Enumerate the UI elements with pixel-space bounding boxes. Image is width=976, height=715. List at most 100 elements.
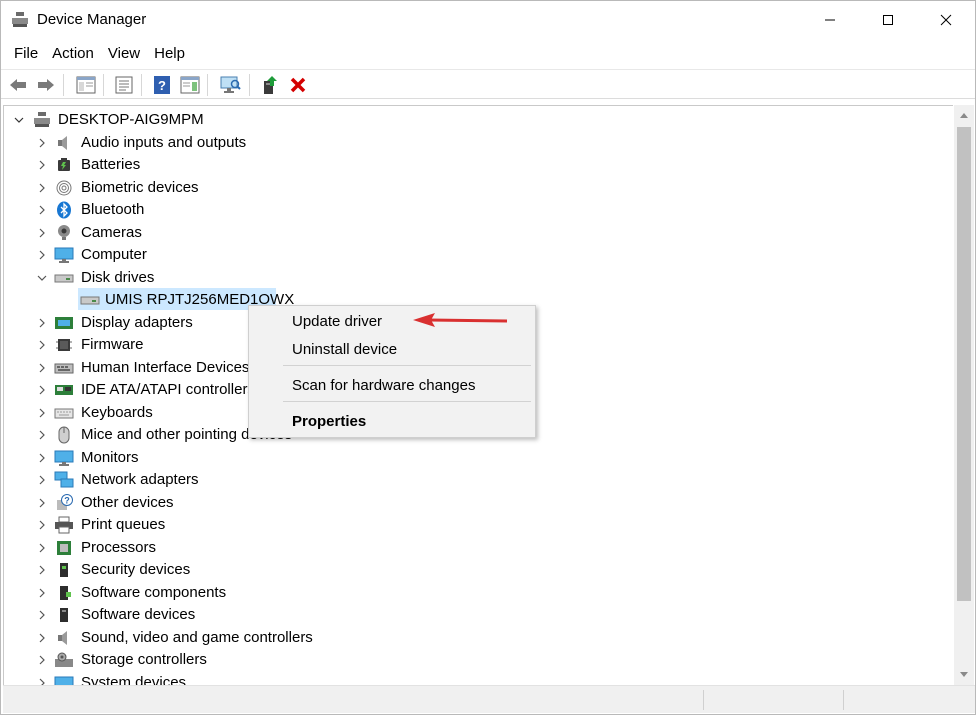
tree-category[interactable]: Processors [4,537,404,559]
menu-file[interactable]: File [7,43,45,65]
tree-category[interactable]: Cameras [4,222,404,244]
maximize-button[interactable] [859,1,917,39]
toolbar-separator [249,74,250,96]
category-label: System devices [81,673,187,686]
chevron-right-icon[interactable] [36,654,48,666]
uninstall-device-menu-item[interactable]: Uninstall device [249,337,535,363]
category-label: Disk drives [81,268,155,286]
console-tree-icon[interactable] [75,74,97,96]
category-label: Human Interface Devices [81,358,250,376]
tree-category[interactable]: System devices [4,672,404,686]
uninstall-icon[interactable] [287,74,309,96]
properties-icon[interactable] [113,74,135,96]
category-label: Batteries [81,156,141,173]
tree-category[interactable]: ? Other devices [4,492,404,514]
device-manager-icon [11,12,29,28]
chevron-right-icon[interactable] [36,429,48,441]
category-label: Software devices [81,606,196,623]
scan-hardware-menu-item[interactable]: Scan for hardware changes [249,373,535,399]
scan-hardware-icon[interactable] [219,74,241,96]
tree-category[interactable]: Batteries [4,154,404,176]
chevron-right-icon[interactable] [36,317,48,329]
status-divider [843,690,844,710]
tree-category[interactable]: Security devices [4,559,404,581]
toolbar-separator [141,74,142,96]
chevron-right-icon[interactable] [36,407,48,419]
close-button[interactable] [917,1,975,39]
category-label: Display adapters [81,313,193,331]
storage-controller-icon [54,650,74,670]
category-label: Firmware [81,336,144,353]
chevron-right-icon[interactable] [36,249,48,261]
tree-category[interactable]: Software devices [4,604,404,626]
chevron-down-icon[interactable] [36,272,48,284]
chevron-right-icon[interactable] [36,587,48,599]
minimize-button[interactable] [801,1,859,39]
tree-category[interactable]: Network adapters [4,469,404,491]
menu-bar: File Action View Help [1,43,192,65]
tree-category[interactable]: Audio inputs and outputs [4,132,404,154]
chevron-down-icon[interactable] [13,114,25,126]
tree-category[interactable]: Print queues [4,514,404,536]
menu-separator [283,365,531,366]
chevron-right-icon[interactable] [36,204,48,216]
properties-menu-item[interactable]: Properties [249,409,535,435]
category-label: Security devices [81,561,191,578]
tree-category[interactable]: Computer [4,244,404,266]
category-label: Cameras [81,223,142,241]
chevron-right-icon[interactable] [36,182,48,194]
help-icon[interactable]: ? [151,74,173,96]
network-icon [54,470,74,490]
tree-category[interactable]: Storage controllers [4,649,404,671]
root-label: DESKTOP-AIG9MPM [58,111,204,128]
unknown-device-icon: ? [54,493,74,513]
forward-icon[interactable] [35,74,57,96]
chevron-right-icon[interactable] [36,677,48,685]
speaker-icon [54,628,74,648]
bluetooth-icon [54,200,74,220]
chevron-right-icon[interactable] [36,519,48,531]
chevron-right-icon[interactable] [36,632,48,644]
status-bar [3,685,975,713]
back-icon[interactable] [7,74,29,96]
disk-drive-icon [80,290,100,310]
svg-text:?: ? [64,495,70,505]
chevron-right-icon[interactable] [36,384,48,396]
chevron-right-icon[interactable] [36,474,48,486]
mouse-icon [54,425,74,445]
tree-category[interactable]: Monitors [4,447,404,469]
chevron-right-icon[interactable] [36,564,48,576]
tree-category[interactable]: Disk drives [4,267,404,289]
selected-disk-drive[interactable]: UMIS RPJTJ256MED1OWX [78,288,294,310]
tree-category[interactable]: Software components [4,582,404,604]
update-driver-icon[interactable] [259,74,281,96]
category-label: Processors [81,538,157,556]
tree-category[interactable]: Bluetooth [4,199,404,221]
category-label: Software components [81,583,227,601]
printer-icon [54,515,74,535]
tree-category[interactable]: Biometric devices [4,177,404,199]
category-label: Other devices [81,493,174,511]
menu-view[interactable]: View [101,43,147,65]
tree-category[interactable]: Sound, video and game controllers [4,627,404,649]
chevron-right-icon[interactable] [36,159,48,171]
vertical-scrollbar[interactable] [954,105,974,685]
chevron-right-icon[interactable] [36,452,48,464]
chevron-right-icon[interactable] [36,137,48,149]
chevron-right-icon[interactable] [36,362,48,374]
chevron-right-icon[interactable] [36,227,48,239]
camera-icon [54,223,74,243]
toolbar-separator [63,74,64,96]
scrollbar-thumb[interactable] [957,127,971,601]
chevron-right-icon[interactable] [36,339,48,351]
scroll-up-icon [960,113,968,118]
menu-help[interactable]: Help [147,43,192,65]
tree-root[interactable]: DESKTOP-AIG9MPM [4,109,304,131]
svg-text:?: ? [158,78,166,93]
category-label: Biometric devices [81,178,199,196]
action-pane-icon[interactable] [179,74,201,96]
menu-action[interactable]: Action [45,43,101,65]
chevron-right-icon[interactable] [36,542,48,554]
chevron-right-icon[interactable] [36,497,48,509]
chevron-right-icon[interactable] [36,609,48,621]
